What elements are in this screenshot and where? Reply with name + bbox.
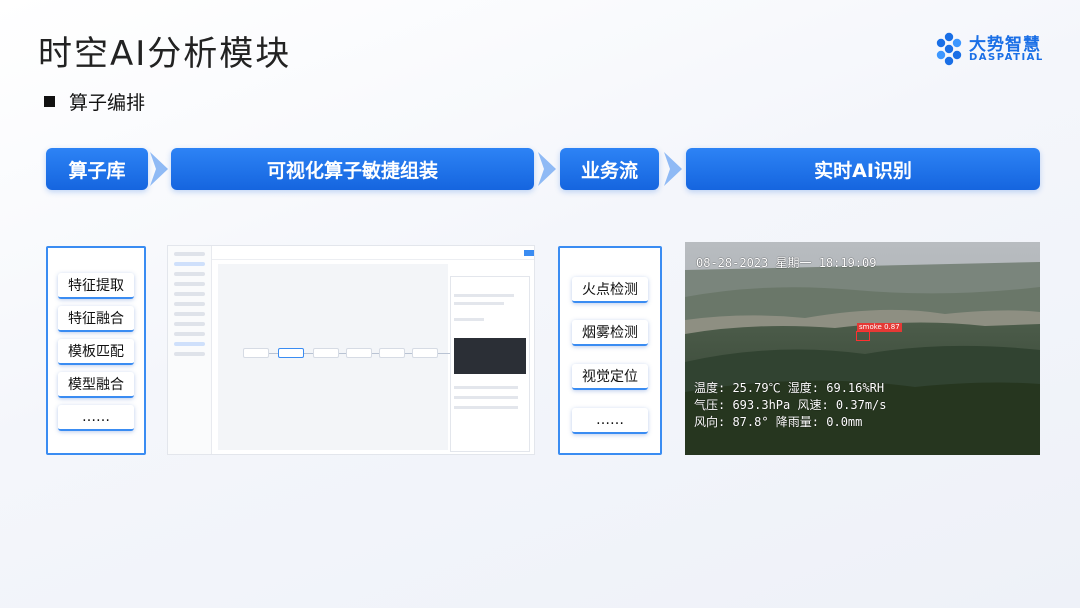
mini-node <box>278 348 304 358</box>
mini-text-line <box>454 318 484 321</box>
logo-text-en: DASPATIAL <box>969 52 1044 63</box>
assembly-app-screenshot <box>167 245 535 455</box>
mini-sidebar <box>168 246 212 454</box>
business-item: …… <box>572 408 648 434</box>
operator-item: …… <box>58 405 134 431</box>
mini-node <box>346 348 372 358</box>
page-title: 时空AI分析模块 <box>38 34 292 74</box>
mini-code-block <box>454 338 526 374</box>
flow-step-visual-assembly: 可视化算子敏捷组装 <box>171 148 534 190</box>
bullet-square-icon <box>44 96 55 107</box>
mini-text-line <box>454 294 514 297</box>
flow-step-realtime-ai: 实时AI识别 <box>686 148 1040 190</box>
subtitle-text: 算子编排 <box>69 92 146 114</box>
business-item: 视觉定位 <box>572 364 648 390</box>
chevron-right-icon <box>538 152 556 186</box>
chevron-right-icon <box>150 152 168 186</box>
chevron-right-icon <box>664 152 682 186</box>
business-item: 火点检测 <box>572 277 648 303</box>
mini-node <box>412 348 438 358</box>
camera-datetime: 08-28-2023 星期一 18:19:09 <box>696 256 877 270</box>
hexagon-logo-icon <box>936 32 962 66</box>
sensor-readout-line: 风向: 87.8° 降雨量: 0.0mm <box>694 415 863 429</box>
mini-text-line <box>454 302 504 305</box>
flow-step-business-flow: 业务流 <box>560 148 659 190</box>
camera-osd-layer: 08-28-2023 星期一 18:19:09 温度: 25.79℃ 湿度: 6… <box>685 242 1040 455</box>
mini-node <box>313 348 339 358</box>
operator-item: 模板匹配 <box>58 339 134 365</box>
business-item: 烟雾检测 <box>572 320 648 346</box>
section-subtitle: 算子编排 <box>44 88 145 115</box>
flow-step-operator-library: 算子库 <box>46 148 148 190</box>
operator-item: 特征融合 <box>58 306 134 332</box>
sensor-readout-line: 气压: 693.3hPa 风速: 0.37m/s <box>694 398 887 412</box>
mini-save-button <box>524 250 534 256</box>
mini-text-line <box>454 406 518 409</box>
sensor-readout-line: 温度: 25.79℃ 湿度: 69.16%RH <box>694 381 885 395</box>
mini-node <box>379 348 405 358</box>
detection-box <box>856 331 870 341</box>
mini-topbar <box>212 246 534 260</box>
mini-node <box>243 348 269 358</box>
mini-text-line <box>454 396 518 399</box>
operator-item: 模型融合 <box>58 372 134 398</box>
operator-item: 特征提取 <box>58 273 134 299</box>
brand-logo: 大势智慧 DASPATIAL <box>933 30 1053 70</box>
mini-text-line <box>454 386 518 389</box>
